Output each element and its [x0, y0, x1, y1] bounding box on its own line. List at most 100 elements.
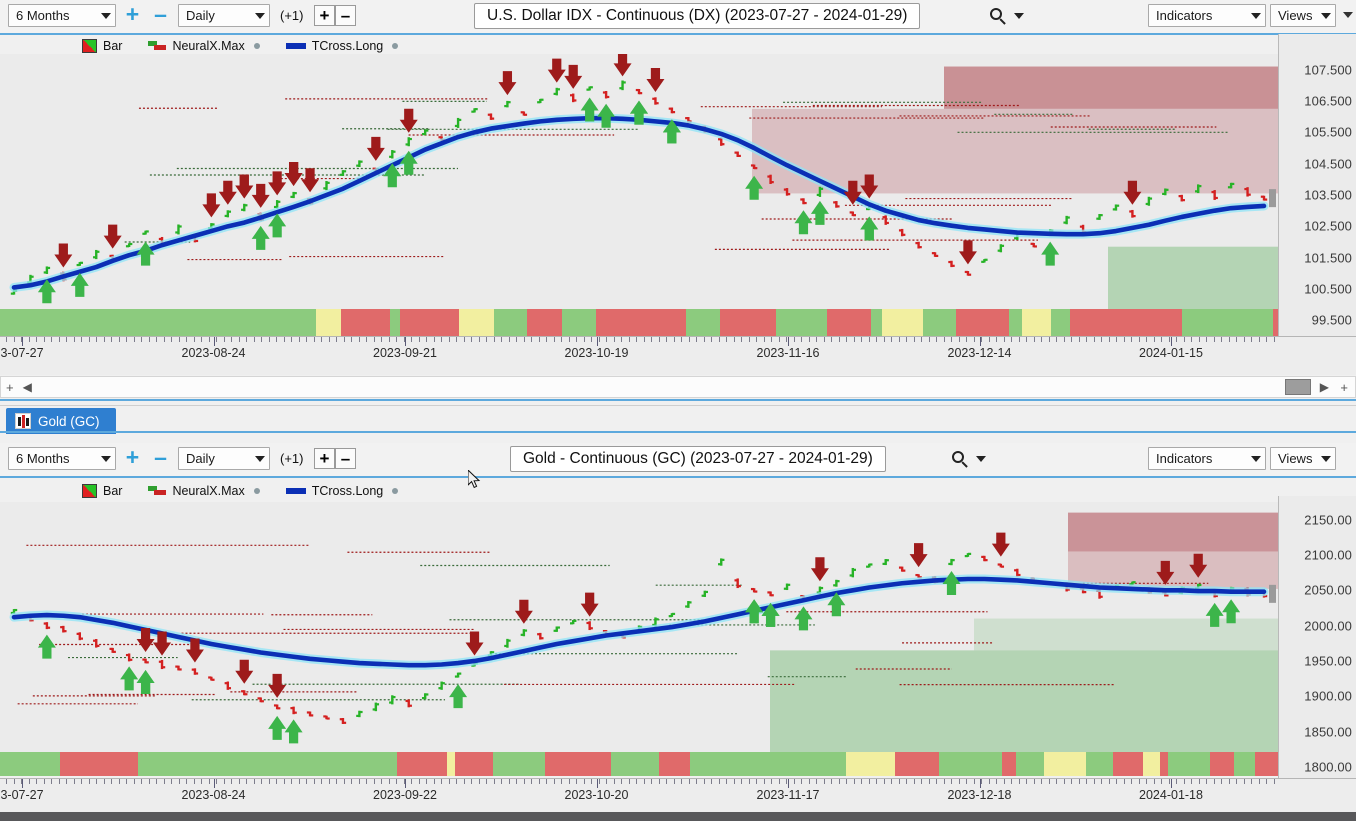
gc-range-minus-button[interactable]: –: [150, 444, 171, 470]
gc-price-axis[interactable]: 2150.00 2100.00 2050.00 2000.00 1950.00 1900.…: [1278, 496, 1356, 778]
date-tick: [606, 337, 607, 342]
date-tick: [1206, 779, 1207, 784]
sell-signal-arrow: [613, 54, 632, 77]
date-tick: [193, 337, 195, 342]
ribbon-segment: [1234, 752, 1255, 776]
gc-chart-plot[interactable]: [0, 502, 1278, 774]
ribbon-segment: [1210, 752, 1222, 776]
dx-price-axis[interactable]: 107.500 106.500 105.500 104.500 103.500 102.5…: [1278, 34, 1356, 336]
dx-range-plus-button[interactable]: +: [122, 3, 143, 26]
gc-views-select[interactable]: Views: [1270, 447, 1336, 470]
ribbon-segment: [1022, 309, 1051, 336]
date-tick: [1011, 337, 1012, 342]
dx-views-select[interactable]: Views: [1270, 4, 1336, 27]
dx-scroll-zoomout-left[interactable]: +: [1, 380, 19, 395]
date-tick: [711, 337, 712, 342]
date-tick: [906, 337, 907, 342]
ribbon-segment: [690, 752, 720, 776]
sell-signal-arrow: [646, 68, 665, 92]
date-tick: [666, 779, 667, 784]
price-tick-label: 2000.00: [1304, 618, 1352, 634]
date-tick: [418, 337, 420, 342]
dx-toolbar: 6 Months + – Daily (+1) + – U.S. Dollar …: [0, 0, 1356, 35]
gc-interval-minus-button[interactable]: –: [335, 448, 356, 469]
date-tick: [838, 779, 840, 784]
date-tick: [1198, 337, 1200, 342]
tcross-settings-dot-icon[interactable]: [392, 42, 399, 49]
dx-indicators-select[interactable]: Indicators: [1148, 4, 1266, 27]
dx-scroll-zoomout-right[interactable]: +: [1335, 380, 1353, 395]
dx-chart-plot[interactable]: [0, 54, 1278, 336]
tab-gold-gc-label: Gold (GC): [38, 413, 100, 429]
buy-signal-arrow: [37, 634, 56, 659]
gc-indicators-select[interactable]: Indicators: [1148, 447, 1266, 470]
date-tick: [336, 779, 337, 784]
date-tick: [711, 779, 712, 784]
date-tick: [1176, 337, 1177, 342]
dx-chart-title[interactable]: U.S. Dollar IDX - Continuous (DX) (2023-…: [474, 3, 921, 29]
minus-icon: –: [154, 444, 167, 470]
tcross-settings-dot-icon[interactable]: [392, 487, 399, 494]
date-tick: [186, 337, 187, 342]
neuralx-settings-dot-icon[interactable]: [253, 487, 260, 494]
date-tick-major: [1171, 779, 1172, 788]
gc-chart-title[interactable]: Gold - Continuous (GC) (2023-07-27 - 202…: [510, 446, 886, 472]
search-dropdown-icon[interactable]: [1014, 13, 1024, 19]
date-tick: [328, 337, 330, 342]
date-tick-major: [788, 779, 789, 788]
gc-range-select[interactable]: 6 Months: [8, 447, 116, 470]
date-tick: [1071, 337, 1072, 342]
dx-overflow-icon[interactable]: [1343, 12, 1353, 18]
date-tick: [846, 337, 847, 342]
date-tick: [696, 337, 697, 342]
ribbon-segment: [338, 752, 373, 776]
neuralx-settings-dot-icon[interactable]: [253, 42, 260, 49]
dx-horizontal-scrollbar[interactable]: + ◀ ▶ +: [0, 376, 1356, 398]
gc-interval-select[interactable]: Daily: [178, 447, 270, 470]
dx-interval-select[interactable]: Daily: [178, 4, 270, 27]
dx-range-minus-button[interactable]: –: [150, 3, 171, 26]
date-tick: [471, 779, 472, 784]
date-tick: [208, 337, 210, 342]
gc-range-plus-button[interactable]: +: [122, 446, 143, 469]
gc-legend-neuralx[interactable]: NeuralX.Max: [148, 484, 260, 498]
ribbon-segment: [447, 752, 455, 776]
date-tick: [913, 337, 915, 342]
date-tick: [853, 337, 855, 342]
plus-icon: +: [319, 449, 330, 468]
date-tick: [1266, 337, 1267, 342]
date-tick: [163, 779, 165, 784]
neuralx-swatch-icon: [148, 41, 167, 50]
date-axis-label: 2023-10-19: [564, 346, 629, 360]
dx-range-select[interactable]: 6 Months: [8, 4, 116, 27]
dx-legend-tcross[interactable]: TCross.Long: [285, 39, 399, 53]
date-tick: [643, 337, 645, 342]
date-tick: [651, 337, 652, 342]
dx-legend-neuralx[interactable]: NeuralX.Max: [148, 39, 260, 53]
date-tick: [1003, 779, 1005, 784]
buy-signal-arrow: [251, 225, 270, 250]
dx-scroll-thumb[interactable]: [1285, 379, 1311, 395]
ribbon-segment: [124, 309, 163, 336]
dx-scroll-left-arrow[interactable]: ◀: [19, 380, 36, 394]
price-tick-label: 99.500: [1311, 312, 1352, 328]
search-icon[interactable]: [990, 8, 1007, 25]
search-icon[interactable]: [952, 451, 969, 468]
ribbon-segment: [414, 309, 459, 336]
gc-interval-plus-button[interactable]: +: [314, 448, 335, 469]
date-tick: [291, 779, 292, 784]
ribbon-segment: [36, 752, 60, 776]
search-dropdown-icon[interactable]: [976, 456, 986, 462]
sell-signal-arrow: [909, 543, 928, 568]
ribbon-segment: [882, 309, 923, 336]
dx-scroll-right-arrow[interactable]: ▶: [1316, 380, 1333, 394]
gc-legend-tcross[interactable]: TCross.Long: [285, 484, 399, 498]
date-tick: [418, 779, 420, 784]
dx-legend-bar[interactable]: Bar: [82, 38, 122, 53]
dx-interval-minus-button[interactable]: –: [335, 5, 356, 26]
date-axis-label: 2023-12-18: [947, 788, 1012, 802]
gc-legend-bar[interactable]: Bar: [82, 483, 122, 498]
date-tick: [268, 779, 270, 784]
ribbon-segment: [895, 752, 939, 776]
dx-interval-plus-button[interactable]: +: [314, 5, 335, 26]
